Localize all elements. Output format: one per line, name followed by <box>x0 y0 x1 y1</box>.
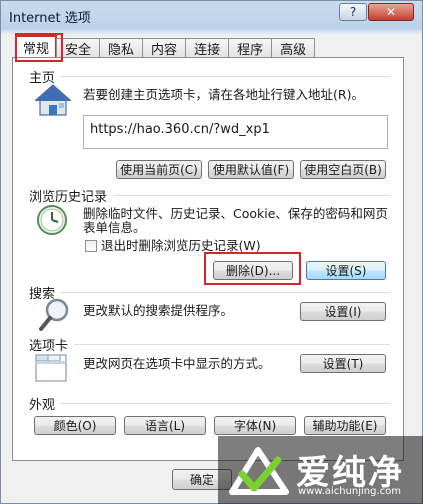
history-clock-icon <box>37 205 67 235</box>
delete-on-exit-checkbox[interactable] <box>85 240 97 252</box>
magnifier-icon <box>39 298 69 331</box>
house-icon <box>34 84 72 116</box>
history-group-divider <box>114 195 390 196</box>
home-url-field[interactable]: https://hao.360.cn/?wd_xp1 <box>83 115 388 149</box>
tabs-description: 更改网页在选项卡中显示的方式。 <box>83 356 271 371</box>
watermark-logo-icon <box>229 447 289 495</box>
colors-button[interactable]: 颜色(O) <box>34 416 116 435</box>
delete-button-highlight <box>204 252 301 285</box>
history-settings-button[interactable]: 设置(S) <box>306 261 386 280</box>
tab-content[interactable]: 内容 <box>142 38 187 58</box>
search-group-divider <box>60 292 390 293</box>
appearance-group-label: 外观 <box>29 398 56 413</box>
use-default-button[interactable]: 使用默认值(F) <box>208 160 294 179</box>
tab-connections[interactable]: 连接 <box>185 38 230 58</box>
tab-programs[interactable]: 程序 <box>228 38 273 58</box>
help-button[interactable]: ? <box>339 3 367 21</box>
search-settings-button[interactable]: 设置(I) <box>300 302 386 321</box>
home-description: 若要创建主页选项卡，请在各地址行键入地址(R)。 <box>83 87 364 102</box>
general-tab-highlight <box>15 33 63 62</box>
tabs-settings-button[interactable]: 设置(T) <box>300 354 386 373</box>
use-current-button[interactable]: 使用当前页(C) <box>116 160 202 179</box>
tab-privacy[interactable]: 隐私 <box>99 38 144 58</box>
languages-button[interactable]: 语言(L) <box>124 416 206 435</box>
tabs-group-divider <box>74 344 390 345</box>
tab-advanced[interactable]: 高级 <box>271 38 316 58</box>
history-description-line2: 表单信息。 <box>83 220 146 235</box>
close-button[interactable]: ✕ <box>368 3 414 21</box>
search-description: 更改默认的搜索提供程序。 <box>83 303 234 318</box>
fonts-button[interactable]: 字体(N) <box>214 416 296 435</box>
window-title: Internet 选项 <box>9 11 91 26</box>
tabs-window-icon <box>35 354 67 382</box>
watermark-url: www.aichunjing.com <box>298 486 401 497</box>
appearance-group-divider <box>60 403 390 404</box>
accessibility-button[interactable]: 辅助功能(E) <box>304 416 386 435</box>
home-group-divider <box>60 76 390 77</box>
use-blank-button[interactable]: 使用空白页(B) <box>300 160 386 179</box>
